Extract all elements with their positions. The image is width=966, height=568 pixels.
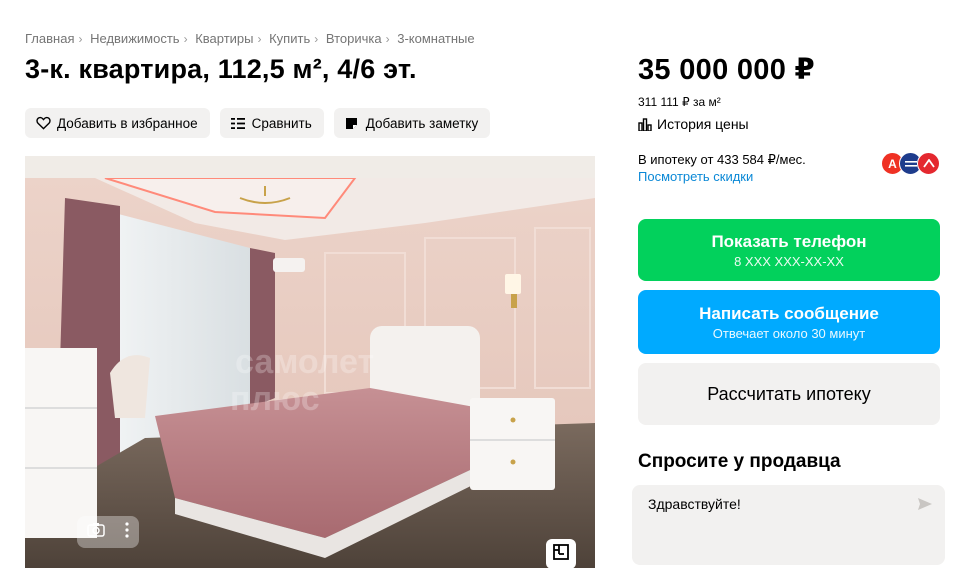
floor-plan-icon (553, 543, 569, 565)
breadcrumb-item[interactable]: Квартиры (195, 31, 253, 46)
bar-chart-icon (638, 117, 652, 131)
ask-seller-message: Здравствуйте! (648, 496, 741, 512)
price: 35 000 000 ₽ (638, 54, 815, 86)
page-title: 3-к. квартира, 112,5 м², 4/6 эт. (25, 54, 417, 84)
ask-seller-title: Спросите у продавца (638, 451, 841, 472)
bank-logos: А (881, 152, 941, 176)
chevron-right-icon: › (257, 32, 262, 46)
write-message-label: Написать сообщение (699, 303, 879, 323)
add-favorite-button[interactable]: Добавить в избранное (25, 108, 210, 138)
breadcrumb-item[interactable]: Вторичка (326, 31, 382, 46)
price-history-link[interactable]: История цены (638, 116, 749, 132)
compare-icon (230, 115, 246, 131)
watermark-text: самолет (235, 343, 374, 381)
breadcrumb-item[interactable]: Купить (269, 31, 310, 46)
compare-label: Сравнить (251, 115, 312, 131)
breadcrumb-item[interactable]: Недвижимость (90, 31, 179, 46)
breadcrumb: Главная › Недвижимость › Квартиры › Купить ›… (25, 31, 475, 46)
chevron-right-icon: › (183, 32, 188, 46)
breadcrumb-item[interactable]: Главная (25, 31, 74, 46)
show-phone-label: Показать телефон (711, 231, 867, 251)
see-discounts-link[interactable]: Посмотреть скидки (638, 169, 753, 184)
listing-photo[interactable]: самолет плюс (25, 178, 595, 568)
phone-mask: 8 XXX XXX-XX-XX (734, 253, 844, 269)
calculate-mortgage-button[interactable]: Рассчитать ипотеку (638, 363, 940, 425)
camera-icon[interactable] (87, 522, 105, 542)
watermark-text: плюс (230, 380, 320, 418)
chevron-right-icon: › (314, 32, 319, 46)
ask-seller-input[interactable]: Здравствуйте! (632, 485, 945, 565)
note-icon (344, 115, 360, 131)
price-history-label: История цены (657, 116, 749, 132)
photo-gallery[interactable]: самолет плюс (25, 156, 595, 568)
breadcrumb-item[interactable]: 3-комнатные (397, 31, 474, 46)
add-note-button[interactable]: Добавить заметку (333, 108, 491, 138)
show-phone-button[interactable]: Показать телефон 8 XXX XXX-XX-XX (638, 219, 940, 281)
mortgage-offer: В ипотеку от 433 584 ₽/мес. (638, 152, 806, 167)
bank-logo-icon (917, 152, 940, 175)
calculate-mortgage-label: Рассчитать ипотеку (707, 383, 871, 404)
send-icon[interactable] (917, 497, 933, 516)
compare-button[interactable]: Сравнить (219, 108, 324, 138)
listing-actions: Добавить в избранное Сравнить Добавить з… (25, 108, 491, 138)
add-favorite-label: Добавить в избранное (57, 115, 198, 131)
heart-icon (35, 115, 51, 131)
chevron-right-icon: › (78, 32, 83, 46)
alfa-bank-letter: А (888, 156, 897, 171)
floor-plan-button[interactable] (546, 539, 576, 568)
photo-tools (77, 516, 139, 548)
more-vertical-icon[interactable] (125, 521, 129, 543)
add-note-label: Добавить заметку (365, 115, 479, 131)
write-message-button[interactable]: Написать сообщение Отвечает около 30 мин… (638, 290, 940, 354)
response-time: Отвечает около 30 минут (712, 325, 866, 341)
chevron-right-icon: › (385, 32, 390, 46)
price-per-m2: 311 111 ₽ за м² (638, 95, 721, 109)
